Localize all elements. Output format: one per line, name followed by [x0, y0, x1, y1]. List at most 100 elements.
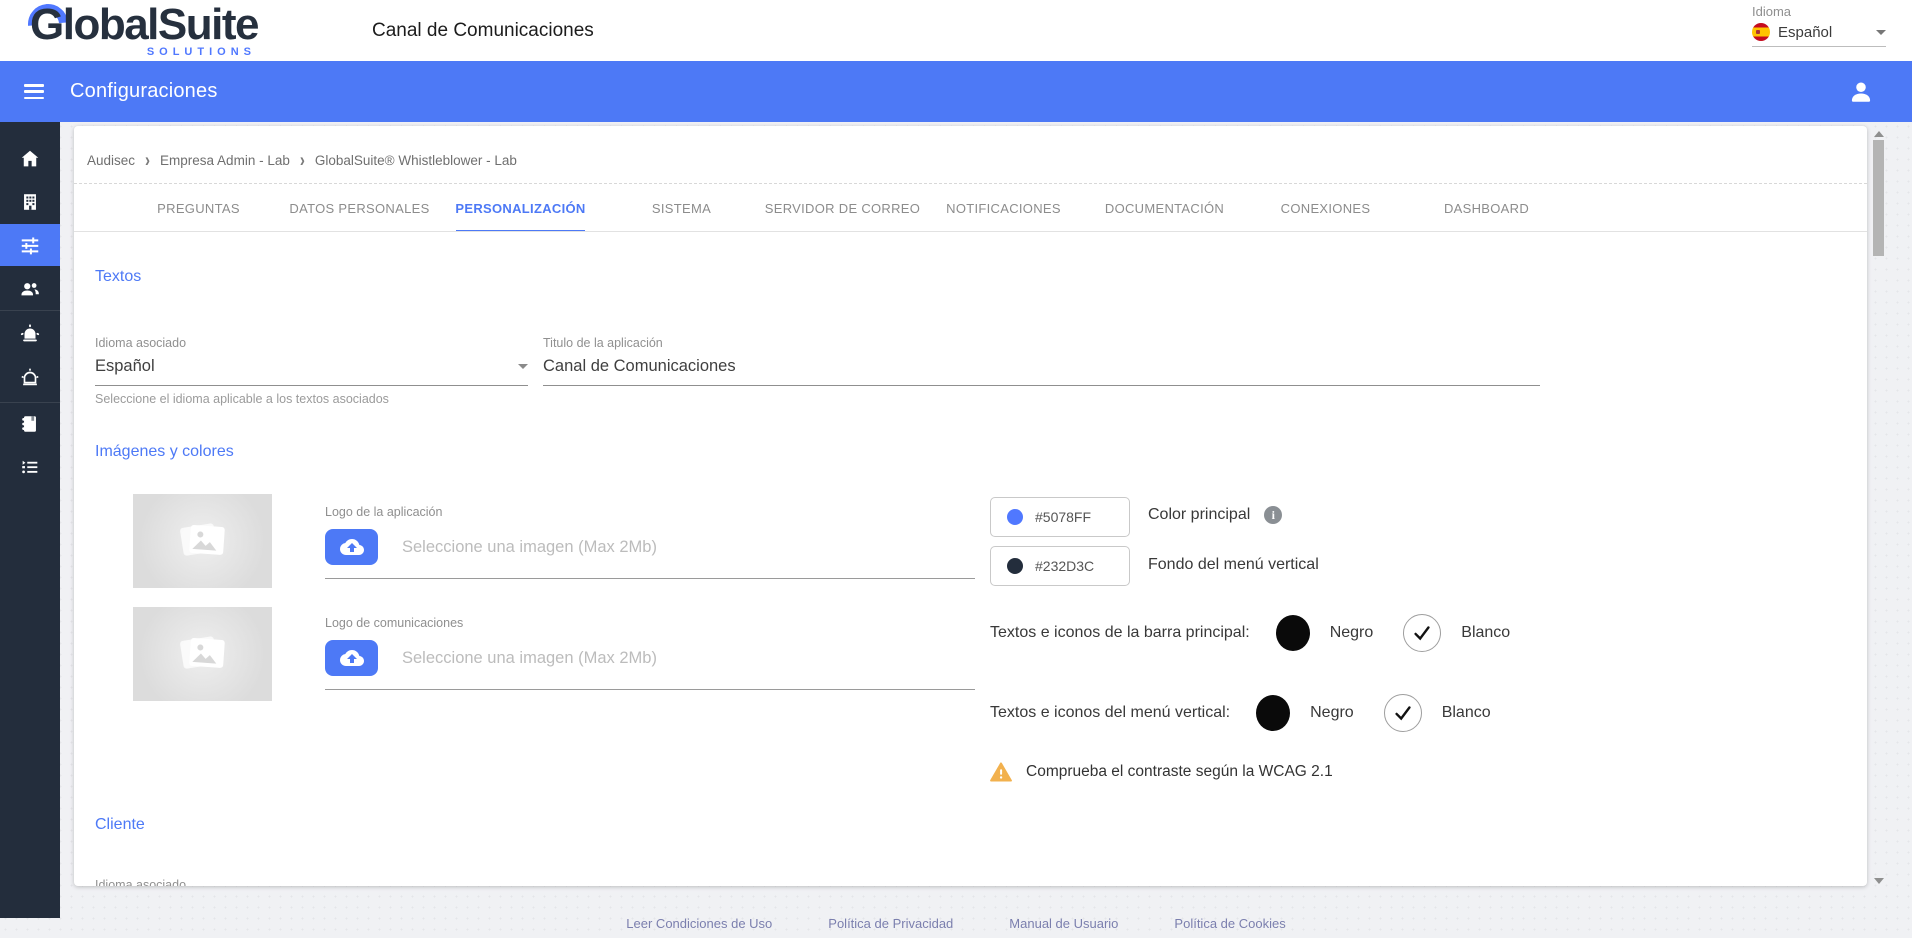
color-menu-hex: #232D3C: [1035, 558, 1094, 574]
color-principal-label: Color principal: [1148, 506, 1250, 524]
cloud-upload-icon: [340, 535, 364, 559]
tab-servidor-correo[interactable]: SERVIDOR DE CORREO: [762, 184, 923, 232]
color-swatch-icon: [1007, 509, 1023, 525]
idioma-asociado-helper: Seleccione el idioma aplicable a los tex…: [95, 392, 528, 406]
scrollbar-thumb[interactable]: [1873, 140, 1884, 256]
tab-dashboard[interactable]: DASHBOARD: [1406, 184, 1567, 232]
titulo-aplicacion-field[interactable]: Titulo de la aplicación Canal de Comunic…: [543, 336, 1540, 386]
sidebar-item-configuration[interactable]: [0, 224, 60, 266]
check-icon: [1411, 622, 1433, 644]
settings-card: Audisec › Empresa Admin - Lab › GlobalSu…: [74, 126, 1867, 886]
breadcrumb-item-empresa[interactable]: Empresa Admin - Lab: [160, 153, 290, 168]
scroll-up-icon[interactable]: [1874, 131, 1884, 137]
vertical-scrollbar[interactable]: [1871, 127, 1887, 888]
building-icon: [19, 191, 41, 213]
logo-com-placeholder: Seleccione una imagen (Max 2Mb): [402, 649, 657, 668]
logo-app-upload-button[interactable]: [325, 529, 378, 565]
logo-app-label: Logo de la aplicación: [325, 505, 975, 519]
breadcrumb: Audisec › Empresa Admin - Lab › GlobalSu…: [87, 152, 517, 169]
chevron-right-icon: ›: [145, 149, 150, 171]
tab-bar: PREGUNTAS DATOS PERSONALES PERSONALIZACI…: [118, 184, 1567, 232]
logo-app-preview: [133, 494, 272, 588]
tab-personalizacion[interactable]: PERSONALIZACIÓN: [440, 184, 601, 232]
warning-icon: [990, 762, 1012, 782]
logo-wordmark: GlobalSuite: [30, 2, 258, 48]
color-menu-picker[interactable]: #232D3C: [990, 546, 1130, 586]
sidebar-item-company[interactable]: [0, 181, 60, 223]
spain-flag-icon: [1752, 23, 1770, 41]
logo-subtext: SOLUTIONS: [147, 46, 256, 58]
section-title-cliente: Cliente: [95, 816, 145, 834]
users-icon: [19, 278, 41, 300]
chevron-down-icon: [518, 364, 528, 369]
contrast-warning: Comprueba el contraste según la WCAG 2.1: [990, 762, 1333, 782]
color-menu-label-row: Fondo del menú vertical: [1148, 556, 1319, 574]
titulo-aplicacion-value: Canal de Comunicaciones: [543, 357, 736, 376]
breadcrumb-item-audisec[interactable]: Audisec: [87, 153, 135, 168]
footer-link-cookies[interactable]: Política de Cookies: [1174, 916, 1285, 931]
tab-documentacion[interactable]: DOCUMENTACIÓN: [1084, 184, 1245, 232]
footer-link-privacidad[interactable]: Política de Privacidad: [828, 916, 953, 931]
top-header: GlobalSuite SOLUTIONS Canal de Comunicac…: [0, 0, 1912, 61]
toggle-menu-vertical: Textos e iconos del menú vertical: Negro…: [990, 694, 1491, 732]
chevron-right-icon: ›: [300, 149, 305, 171]
page-title: Canal de Comunicaciones: [372, 0, 594, 61]
globalsuite-logo: GlobalSuite SOLUTIONS: [30, 2, 258, 60]
page: GlobalSuite SOLUTIONS Canal de Comunicac…: [0, 0, 1912, 938]
option-blanco-swatch-selected[interactable]: [1403, 614, 1441, 652]
logo-com-upload-button[interactable]: [325, 640, 378, 676]
language-dropdown[interactable]: Español: [1752, 23, 1886, 47]
tab-notificaciones[interactable]: NOTIFICACIONES: [923, 184, 1084, 232]
menu-hamburger-icon[interactable]: [24, 84, 44, 99]
toggle-menu-label: Textos e iconos del menú vertical:: [990, 704, 1230, 722]
section-title-imagenes: Imágenes y colores: [95, 443, 234, 461]
footer-link-condiciones[interactable]: Leer Condiciones de Uso: [626, 916, 772, 931]
tab-conexiones[interactable]: CONEXIONES: [1245, 184, 1406, 232]
scroll-down-icon[interactable]: [1874, 878, 1884, 884]
color-principal-picker[interactable]: #5078FF: [990, 497, 1130, 537]
sidebar-item-users[interactable]: [0, 268, 60, 310]
section-title-textos: Textos: [95, 268, 141, 286]
tab-datos-personales[interactable]: DATOS PERSONALES: [279, 184, 440, 232]
idioma-asociado-value: Español: [95, 357, 155, 376]
language-selector: Idioma Español: [1752, 4, 1886, 47]
alarm-filled-icon: [19, 323, 41, 345]
titulo-aplicacion-input[interactable]: Canal de Comunicaciones: [543, 357, 1540, 386]
check-icon: [1392, 702, 1414, 724]
breadcrumb-item-whistleblower[interactable]: GlobalSuite® Whistleblower - Lab: [315, 153, 517, 168]
idioma-asociado-select[interactable]: Español: [95, 357, 528, 386]
tab-preguntas[interactable]: PREGUNTAS: [118, 184, 279, 232]
idioma-asociado-field[interactable]: Idioma asociado Español Seleccione el id…: [95, 336, 528, 406]
option-negro-swatch[interactable]: [1256, 695, 1290, 731]
color-principal-hex: #5078FF: [1035, 509, 1091, 525]
option-blanco-swatch-selected[interactable]: [1384, 694, 1422, 732]
logo-app-placeholder: Seleccione una imagen (Max 2Mb): [402, 538, 657, 557]
sidebar: [0, 122, 60, 918]
account-icon[interactable]: [1848, 79, 1874, 105]
logo-com-label: Logo de comunicaciones: [325, 616, 975, 630]
language-label: Idioma: [1752, 4, 1886, 19]
logo-app-upload: Logo de la aplicación Seleccione una ima…: [325, 505, 975, 579]
sidebar-item-records[interactable]: [0, 403, 60, 445]
sidebar-divider: [0, 310, 60, 311]
idioma-asociado-label: Idioma asociado: [95, 336, 528, 350]
sidebar-item-home[interactable]: [0, 138, 60, 180]
titulo-aplicacion-label: Titulo de la aplicación: [543, 336, 1540, 350]
tune-icon: [19, 234, 41, 256]
cliente-idioma-label-partial: Idioma asociado: [95, 878, 186, 886]
option-negro-label: Negro: [1330, 624, 1374, 642]
info-icon[interactable]: i: [1264, 506, 1282, 524]
sidebar-item-lists[interactable]: [0, 446, 60, 488]
color-principal-label-row: Color principal i: [1148, 506, 1282, 524]
option-blanco-label: Blanco: [1442, 704, 1491, 722]
notebook-icon: [19, 413, 41, 435]
tab-sistema[interactable]: SISTEMA: [601, 184, 762, 232]
alarm-outline-icon: [19, 367, 41, 389]
image-placeholder-icon: [174, 516, 232, 566]
sidebar-item-alerts[interactable]: [0, 313, 60, 355]
sidebar-item-alerts-config[interactable]: [0, 357, 60, 399]
footer-link-manual[interactable]: Manual de Usuario: [1009, 916, 1118, 931]
option-negro-swatch[interactable]: [1276, 615, 1310, 651]
app-bar: Configuraciones: [0, 61, 1912, 122]
contrast-warning-text: Comprueba el contraste según la WCAG 2.1: [1026, 763, 1333, 781]
